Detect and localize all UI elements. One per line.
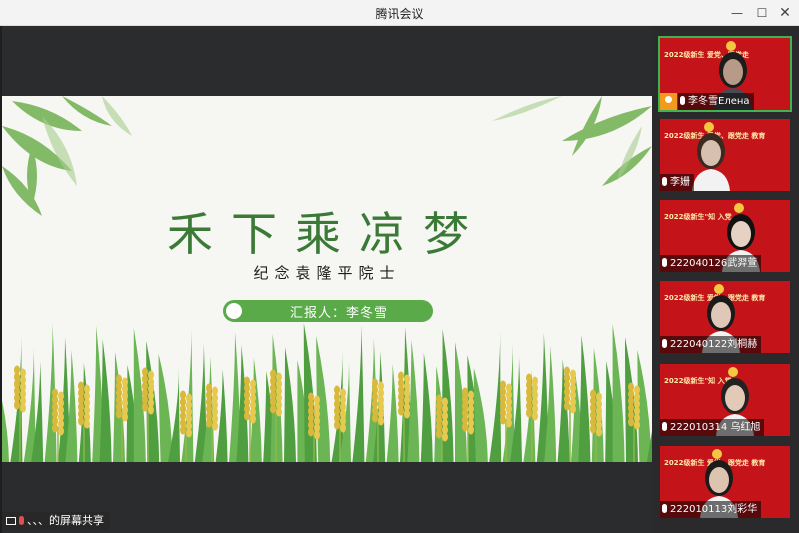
grass-blade <box>441 329 454 462</box>
participant-name: 李冬雪Елена <box>688 96 750 107</box>
wheat-grain <box>590 424 596 434</box>
wheat-grain <box>378 416 384 426</box>
wheat-grain <box>340 423 346 433</box>
wheat-grain <box>314 430 320 440</box>
wheat-grain <box>500 415 506 425</box>
wheat-grain <box>142 402 148 412</box>
wheat-grain <box>634 420 640 430</box>
wheat-grain <box>564 401 570 411</box>
wheat-grain <box>206 418 212 428</box>
screen-share-text: 、、、的屏幕共享 <box>27 514 104 527</box>
participant-nameplate: 222040122刘桐赫 <box>660 336 762 353</box>
wheat-grain <box>276 407 282 417</box>
shared-slide: 禾下乘凉梦 纪念袁隆平院士 汇报人：李冬雪 <box>2 96 652 462</box>
participant-nameplate: 李姗 <box>660 174 694 191</box>
close-button[interactable]: ✕ <box>776 4 794 22</box>
participant-video-list[interactable]: 2022级新生 爱党、跟党走 李冬雪Елена 2022级新生 爱党、跟党走 教育李… <box>652 26 799 533</box>
slide-title: 禾下乘凉梦 <box>167 207 487 261</box>
mic-muted-icon <box>19 516 24 525</box>
grass-blade <box>612 324 625 462</box>
pill-dot-icon <box>226 303 242 319</box>
grass-blade <box>215 369 228 462</box>
participant-nameplate: 222040126武羿萱 <box>660 255 762 272</box>
wheat-grain <box>442 432 448 442</box>
window-title: 腾讯会议 <box>375 7 424 21</box>
wheat-grain <box>404 409 410 419</box>
microphone-icon <box>662 504 667 513</box>
wheat-grain <box>78 416 84 426</box>
participant-tile[interactable]: 2022级新生"知 入党 222040126武羿萱 <box>660 200 790 272</box>
participant-name: 222010314 乌红旭 <box>670 422 761 433</box>
screen-share-label: 、、、的屏幕共享 <box>2 512 110 530</box>
letterbox-top <box>2 26 652 96</box>
wheat-grain <box>84 419 90 429</box>
grass-blade <box>473 368 488 462</box>
wheat-grain <box>148 405 154 415</box>
wheat-grain <box>570 404 576 414</box>
wheat-grain <box>506 418 512 428</box>
wheat-grain <box>334 420 340 430</box>
wheat-grain <box>244 411 250 421</box>
participant-tile[interactable]: 2022级新生 爱党、跟党走 教育 李姗 <box>660 119 790 191</box>
wheat-grain <box>58 426 64 436</box>
wheat-grain <box>122 412 128 422</box>
wheat-grain <box>20 403 26 413</box>
wheat-grain <box>462 422 468 432</box>
maximize-button[interactable]: ☐ <box>753 4 771 22</box>
wheat-grain <box>468 425 474 435</box>
participant-nameplate: 222010113刘彩华 <box>660 501 762 518</box>
wheat-grain <box>186 428 192 438</box>
microphone-icon <box>662 339 667 348</box>
wheat-grain <box>116 409 122 419</box>
wheat-grain <box>398 406 404 416</box>
participant-nameplate: 222010314 乌红旭 <box>660 419 765 436</box>
participant-nameplate: 李冬雪Елена <box>678 93 754 110</box>
participant-name: 李姗 <box>670 177 690 188</box>
participant-tile[interactable]: 2022级新生 爱党、跟党走 教育222040122刘桐赫 <box>660 281 790 353</box>
grass-blade <box>303 323 317 462</box>
wheat-grain <box>532 411 538 421</box>
microphone-icon <box>662 422 667 431</box>
wheat-grain <box>180 425 186 435</box>
grass-blade <box>420 353 433 462</box>
wheat-grain <box>596 427 602 437</box>
wheat-grain <box>372 413 378 423</box>
reporter-text: 汇报人：李冬雪 <box>289 306 388 321</box>
reporter-pill: 汇报人：李冬雪 <box>223 300 433 322</box>
grass-blade <box>284 347 296 462</box>
wheat-grain <box>14 400 20 410</box>
participant-name: 222010113刘彩华 <box>670 504 758 515</box>
participant-tile[interactable]: 2022级新生"知 入党 222010314 乌红旭 <box>660 364 790 436</box>
minimize-button[interactable]: — <box>728 4 746 22</box>
title-bar: 腾讯会议 — ☐ ✕ <box>0 0 799 26</box>
wheat-grain <box>526 408 532 418</box>
participant-video-person <box>692 133 730 191</box>
grass-blade <box>2 400 9 462</box>
microphone-icon <box>680 96 685 105</box>
host-user-icon <box>660 93 677 110</box>
wheat-grain <box>628 417 634 427</box>
wheat-grain <box>52 423 58 433</box>
grass-blade <box>578 335 591 462</box>
screen-share-icon <box>6 517 16 525</box>
slide-subtitle: 纪念袁隆平院士 <box>253 264 401 282</box>
participant-name: 222040126武羿萱 <box>670 258 758 269</box>
grass-blade <box>489 331 502 462</box>
wheat-grain <box>436 429 442 439</box>
shared-screen-area: 禾下乘凉梦 纪念袁隆平院士 汇报人：李冬雪 <box>0 26 652 533</box>
wheat-grain <box>308 427 314 437</box>
wheat-grain <box>270 404 276 414</box>
grass-blade <box>352 325 365 462</box>
grass-blade <box>386 364 399 462</box>
microphone-icon <box>662 258 667 267</box>
participant-name: 222040122刘桐赫 <box>670 339 758 350</box>
microphone-icon <box>662 177 667 186</box>
grass-blade <box>158 354 173 462</box>
wheat-grain <box>250 414 256 424</box>
participant-tile[interactable]: 2022级新生 爱党、跟党走 教育 222010113刘彩华 <box>660 446 790 518</box>
participant-tile[interactable]: 2022级新生 爱党、跟党走 李冬雪Елена <box>658 36 792 112</box>
wheat-grain <box>212 421 218 431</box>
